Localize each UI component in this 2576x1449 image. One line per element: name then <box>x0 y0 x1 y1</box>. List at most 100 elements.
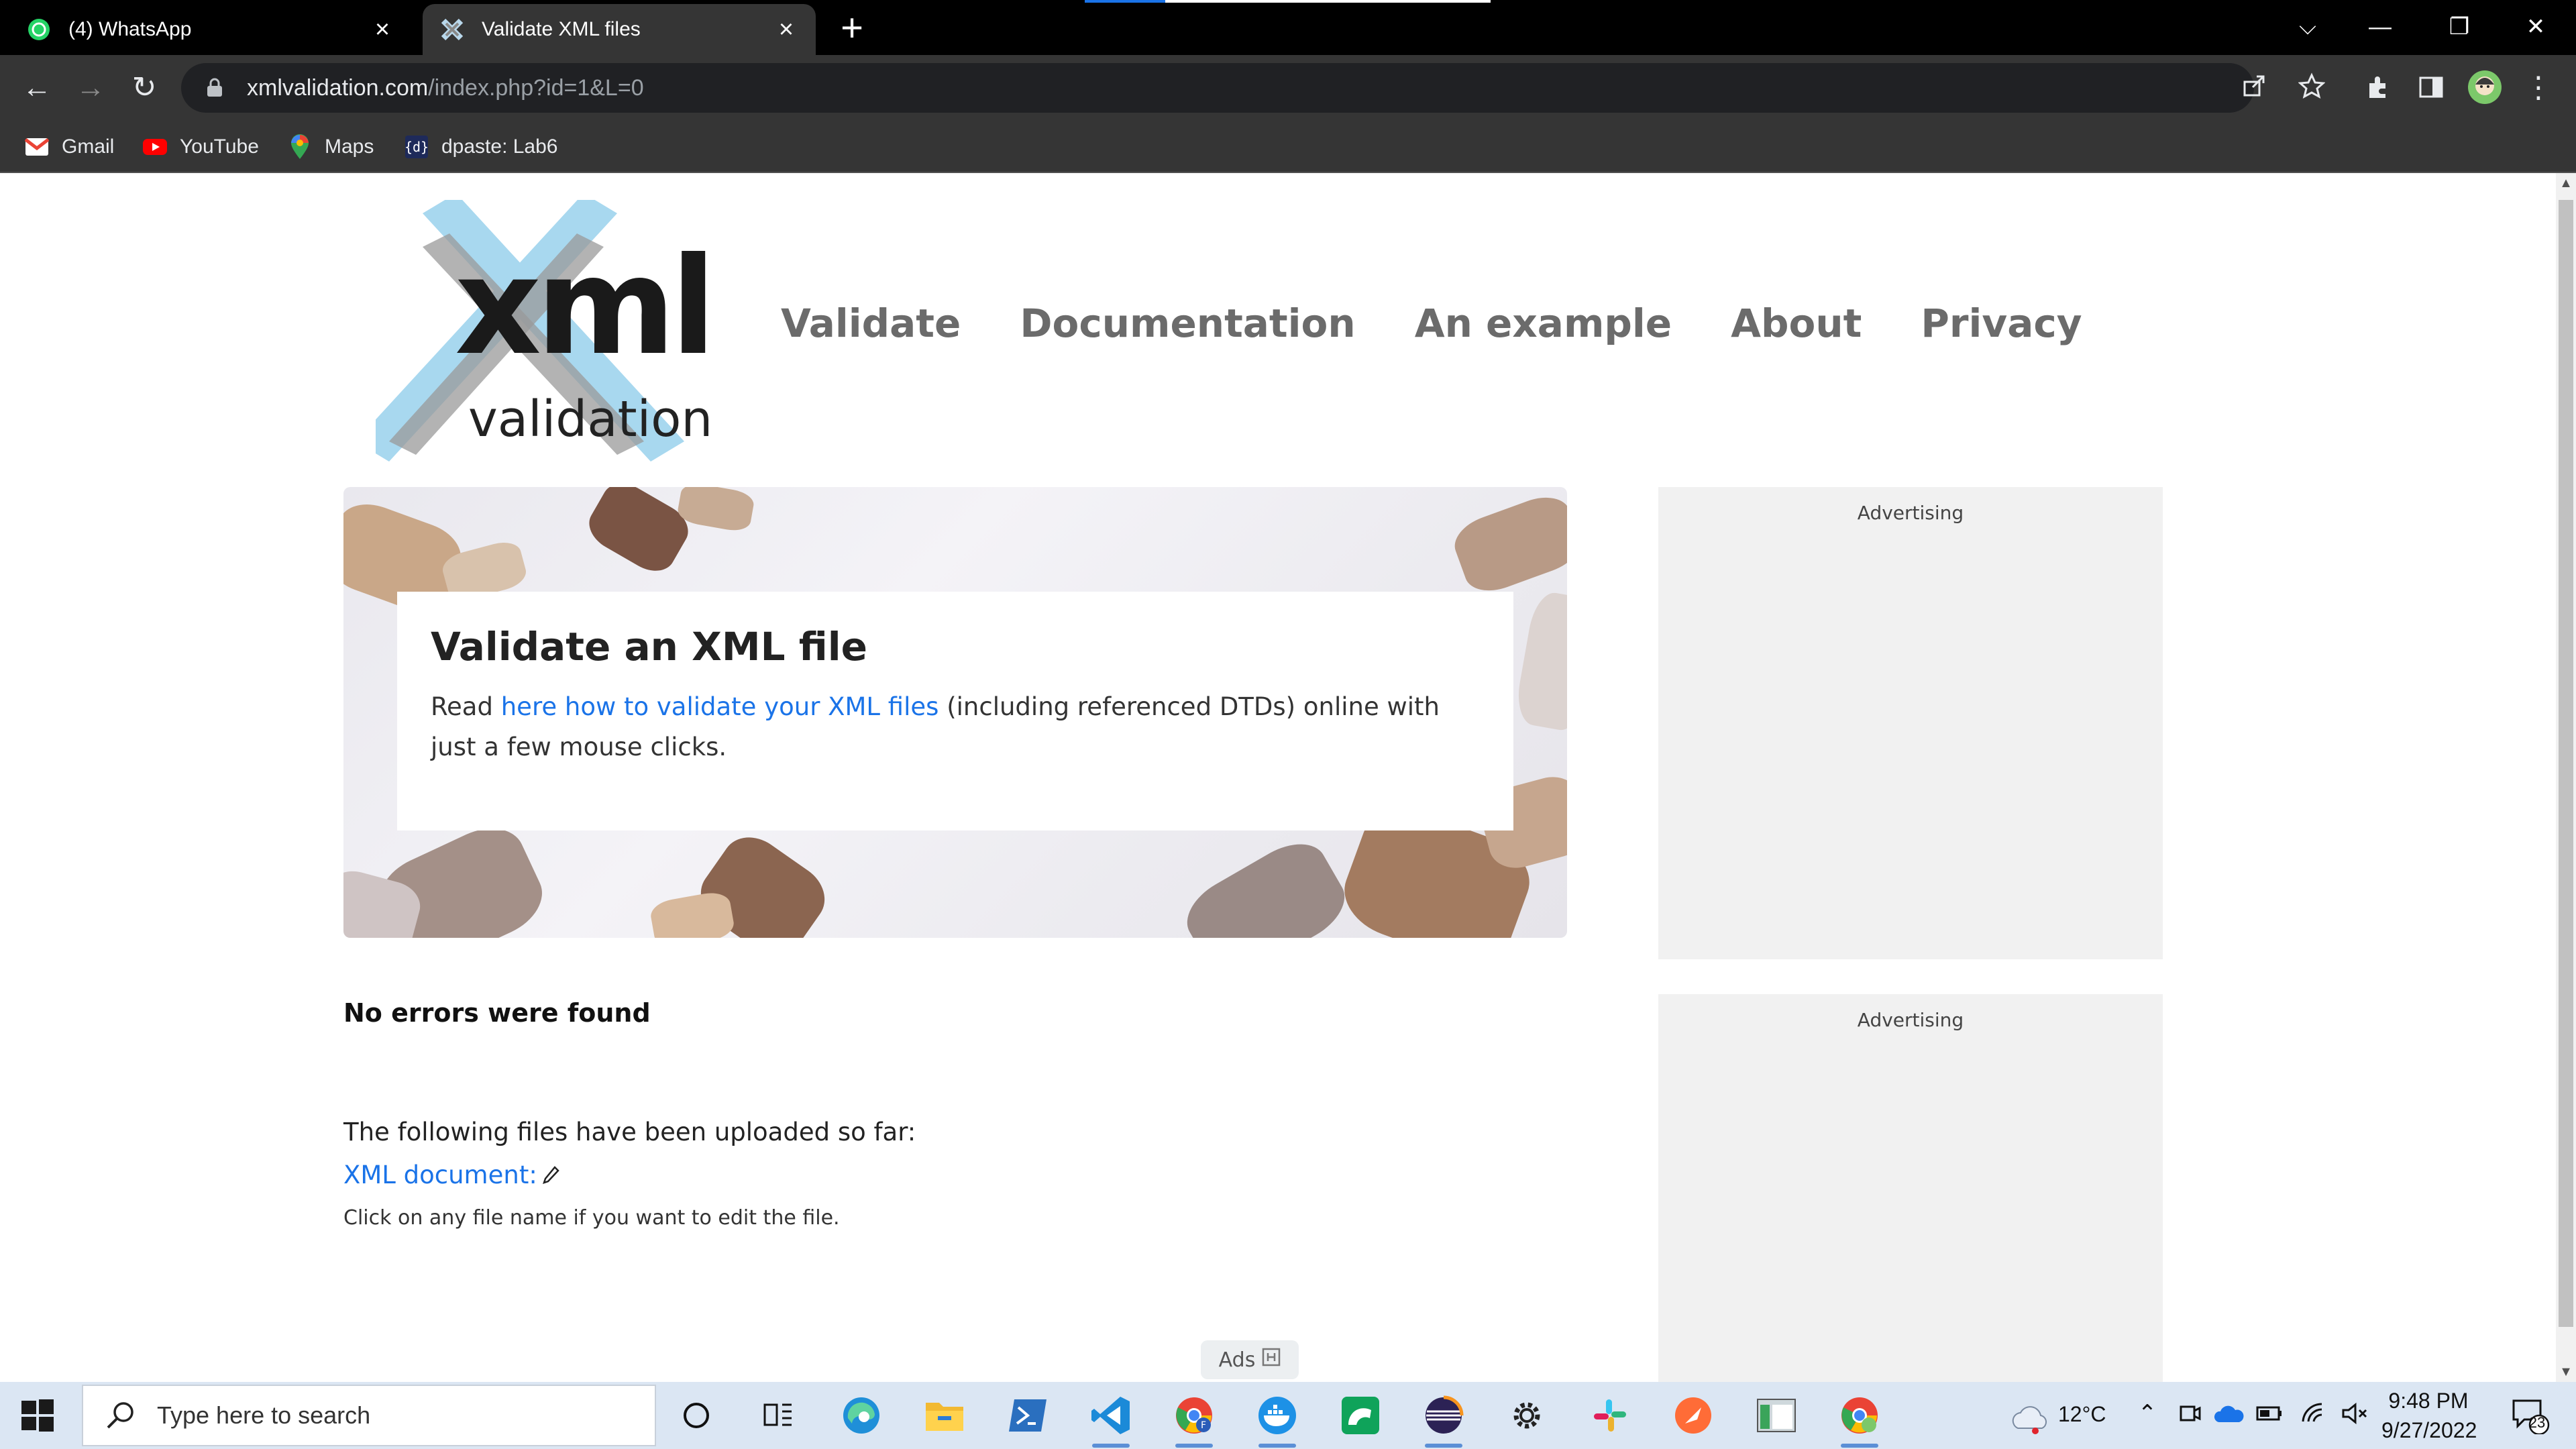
tab-whatsapp[interactable]: (4) WhatsApp × <box>9 4 412 55</box>
browser-tabstrip: (4) WhatsApp × Validate XML files × + ⌵ … <box>0 0 2576 55</box>
bookmarks-bar: Gmail YouTube Maps {d} dpaste: Lab6 <box>0 121 2576 173</box>
lock-icon[interactable] <box>201 74 228 101</box>
back-button[interactable]: ← <box>15 66 59 110</box>
url-path: /index.php?id=1&L=0 <box>428 74 644 101</box>
how-to-validate-link[interactable]: here how to validate your XML files <box>501 692 939 721</box>
menu-kebab-icon[interactable]: ⋮ <box>2517 66 2560 109</box>
advertising-slot[interactable]: Advertising <box>1658 994 2163 1382</box>
minimize-button[interactable]: — <box>2353 5 2407 48</box>
show-hidden-icons-chevron-up-icon[interactable]: ⌃ <box>2131 1397 2164 1430</box>
dbeaver-icon[interactable] <box>1338 1393 1383 1438</box>
address-bar[interactable]: xmlvalidation.com/index.php?id=1&L=0 <box>181 63 2254 113</box>
logo-wordmark: xml <box>455 229 716 385</box>
notifications-icon[interactable]: 23 <box>2506 1394 2553 1437</box>
advertising-slot[interactable]: Advertising <box>1658 487 2163 959</box>
postman-icon[interactable] <box>1670 1393 1716 1438</box>
nav-privacy[interactable]: Privacy <box>1921 301 2082 346</box>
search-placeholder: Type here to search <box>157 1401 371 1429</box>
nav-an-example[interactable]: An example <box>1415 301 1672 346</box>
volume-muted-icon[interactable] <box>2337 1397 2371 1430</box>
wifi-icon[interactable] <box>2297 1397 2330 1430</box>
slack-icon[interactable] <box>1587 1393 1633 1438</box>
close-tab-icon[interactable]: × <box>369 16 396 43</box>
bookmark-label: dpaste: Lab6 <box>441 136 558 158</box>
xml-favicon-icon <box>439 16 466 43</box>
nav-about[interactable]: About <box>1731 301 1862 346</box>
page-scrollbar[interactable]: ▲ ▼ <box>2556 173 2576 1382</box>
browser-toolbar: ← → ↻ xmlvalidation.com/index.php?id=1&L… <box>0 55 2576 121</box>
tab-title: Validate XML files <box>482 18 641 40</box>
weather-cloud-icon[interactable] <box>2007 1395 2053 1441</box>
docker-icon[interactable] <box>1254 1393 1300 1448</box>
loading-bar-progress <box>1085 0 1165 3</box>
xml-document-link[interactable]: XML document: <box>343 1161 561 1189</box>
vscode-icon[interactable] <box>1088 1393 1134 1448</box>
hero-decoration <box>1513 589 1567 734</box>
chrome-icon[interactable] <box>1837 1393 1882 1448</box>
weather-temperature[interactable]: 12°C <box>2058 1402 2106 1427</box>
windows-start-icon[interactable] <box>20 1398 55 1433</box>
bookmark-youtube[interactable]: YouTube <box>142 127 259 166</box>
windows-taskbar: Type here to search F 12°C ⌃ 9:48 PM 9/2… <box>0 1382 2576 1449</box>
settings-gear-icon[interactable] <box>1504 1393 1550 1438</box>
edge-icon[interactable] <box>839 1393 884 1438</box>
clock-date[interactable]: 9/27/2022 <box>2381 1418 2477 1443</box>
nav-documentation[interactable]: Documentation <box>1020 301 1355 346</box>
task-view-icon[interactable] <box>755 1393 801 1438</box>
file-link-label: XML document: <box>343 1161 537 1189</box>
gmail-icon <box>24 134 50 160</box>
svg-text:F: F <box>1201 1420 1206 1431</box>
bookmark-maps[interactable]: Maps <box>287 127 374 166</box>
battery-icon[interactable] <box>2253 1397 2286 1430</box>
bookmark-label: Gmail <box>62 136 115 158</box>
forward-button[interactable]: → <box>68 66 113 110</box>
dpaste-icon: {d} <box>404 134 429 160</box>
site-logo[interactable]: xml validation <box>376 200 716 462</box>
reload-button[interactable]: ↻ <box>122 66 166 110</box>
close-tab-icon[interactable]: × <box>773 16 800 43</box>
eclipse-icon[interactable] <box>1421 1393 1466 1448</box>
hero-decoration <box>1175 830 1356 938</box>
tab-validate-xml[interactable]: Validate XML files × <box>423 4 816 55</box>
bookmark-dpaste[interactable]: {d} dpaste: Lab6 <box>404 127 557 166</box>
svg-text:{d}: {d} <box>405 139 429 155</box>
logo-subtitle: validation <box>468 390 713 448</box>
meet-now-icon[interactable] <box>2174 1397 2207 1430</box>
tab-search-icon[interactable]: ⌵ <box>2281 5 2334 48</box>
onedrive-cloud-icon[interactable] <box>2211 1397 2247 1430</box>
bookmark-gmail[interactable]: Gmail <box>24 127 114 166</box>
hero-title: Validate an XML file <box>431 624 867 669</box>
bookmark-star-icon[interactable] <box>2292 66 2332 106</box>
cortana-icon[interactable] <box>674 1393 719 1438</box>
ads-by-google-chip[interactable]: Ads <box>1201 1340 1299 1379</box>
powershell-icon[interactable] <box>1005 1393 1051 1438</box>
taskbar-search-box[interactable]: Type here to search <box>82 1385 656 1446</box>
bookmark-label: Maps <box>325 136 374 158</box>
clock-time[interactable]: 9:48 PM <box>2381 1389 2475 1413</box>
uploaded-files-label: The following files have been uploaded s… <box>343 1118 916 1146</box>
scroll-up-arrow-icon[interactable]: ▲ <box>2556 173 2576 193</box>
ad-choices-icon <box>1262 1348 1281 1372</box>
close-window-button[interactable]: ✕ <box>2509 5 2563 48</box>
extensions-icon[interactable] <box>2356 66 2399 109</box>
notification-count: 23 <box>2528 1414 2546 1431</box>
validation-result: No errors were found <box>343 998 651 1028</box>
share-icon[interactable] <box>2234 66 2274 106</box>
side-panel-icon[interactable] <box>2410 66 2453 109</box>
scroll-down-arrow-icon[interactable]: ▼ <box>2556 1362 2576 1382</box>
whatsapp-icon <box>25 16 52 43</box>
restore-button[interactable]: ❐ <box>2432 5 2486 48</box>
youtube-icon <box>142 134 168 160</box>
file-explorer-icon[interactable] <box>922 1393 967 1438</box>
chrome-profile-icon[interactable]: F <box>1171 1393 1217 1448</box>
pencil-icon[interactable] <box>541 1165 561 1185</box>
profile-avatar[interactable] <box>2463 66 2506 109</box>
nav-validate[interactable]: Validate <box>781 301 961 346</box>
scrollbar-thumb[interactable] <box>2559 200 2573 1327</box>
ad-label: Advertising <box>1857 502 1964 524</box>
url-host: xmlvalidation.com <box>247 74 429 101</box>
bookmark-label: YouTube <box>180 136 259 158</box>
app-window-icon[interactable] <box>1754 1393 1799 1438</box>
new-tab-button[interactable]: + <box>832 9 872 50</box>
hero-card: Validate an XML file Read here how to va… <box>397 592 1513 830</box>
